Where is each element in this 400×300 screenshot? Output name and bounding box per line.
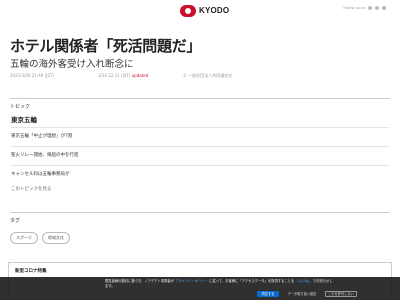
- tag-regional-culture[interactable]: 地域文化: [41, 232, 70, 244]
- topic-section-title: トピック: [10, 104, 31, 110]
- brand-name: KYODO: [199, 6, 230, 15]
- cookie-text-part: に従って、お客様に「アクセスデータ」を提供することを: [207, 279, 296, 283]
- topic-section: トピック 東京五輪 東京五輪「中止が理想」が7割 聖火リレー開始、風船の中を行進…: [10, 98, 390, 195]
- data-settings-button[interactable]: データ取り扱い設定: [282, 291, 322, 297]
- accept-button[interactable]: 同意する: [257, 291, 279, 297]
- cookie-consent-banner: 閲覧者様の動向に基づき、ノアデアト事業者が プライバシーポリシー に従って、お客…: [0, 277, 400, 300]
- facebook-icon[interactable]: [375, 6, 379, 10]
- follow-label: Follow us on: [343, 6, 365, 10]
- topic-name[interactable]: 東京五輪: [11, 114, 37, 124]
- follow-us: Follow us on: [343, 6, 386, 10]
- topic-list-item[interactable]: キャンセル料は五輪事務局が: [11, 165, 389, 183]
- topic-list-item[interactable]: 聖火リレー開始、風船の中を行進: [11, 146, 389, 164]
- article-headline: ホテル関係者「死活問題だ」: [10, 37, 202, 55]
- line-icon[interactable]: [382, 6, 386, 10]
- feature-title[interactable]: 新型コロナ特集: [15, 268, 47, 274]
- kyodo-logo[interactable]: KYODO: [180, 4, 229, 17]
- consent-link[interactable]: 「いいね」: [295, 279, 311, 283]
- x-icon[interactable]: [368, 6, 372, 10]
- published-time: 2021/3/20 21:49 (JST): [10, 73, 54, 78]
- kyodo-logo-icon: [180, 4, 196, 17]
- tag-section: タグ スポーツ 地域文化: [10, 212, 390, 252]
- reject-button[interactable]: これを許可しない: [325, 291, 357, 297]
- tag-section-title: タグ: [10, 218, 21, 224]
- tag-sports[interactable]: スポーツ: [10, 232, 38, 244]
- cookie-banner-text: 閲覧者様の動向に基づき、ノアデアト事業者が プライバシーポリシー に従って、お客…: [105, 279, 335, 289]
- updated-info: 3/20 22:11 (JST) updated: [98, 73, 148, 78]
- topic-list-item[interactable]: 東京五輪「中止が理想」が7割: [11, 127, 389, 145]
- updated-label: updated: [131, 73, 149, 78]
- privacy-policy-link[interactable]: プライバシーポリシー: [175, 279, 208, 283]
- article-subhead: 五輪の海外客受け入れ断念に: [10, 59, 134, 70]
- topic-more-link[interactable]: このトピックを見る: [11, 186, 52, 192]
- copyright-source: © 一般社団法人共同通信社: [183, 73, 233, 78]
- updated-time: 3/20 22:11 (JST): [98, 73, 131, 78]
- cookie-text-part: 閲覧者様の動向に基づき、ノアデアト事業者が: [105, 279, 176, 283]
- site-header: KYODO Follow us on: [0, 0, 400, 22]
- tag-list: スポーツ 地域文化: [10, 232, 70, 244]
